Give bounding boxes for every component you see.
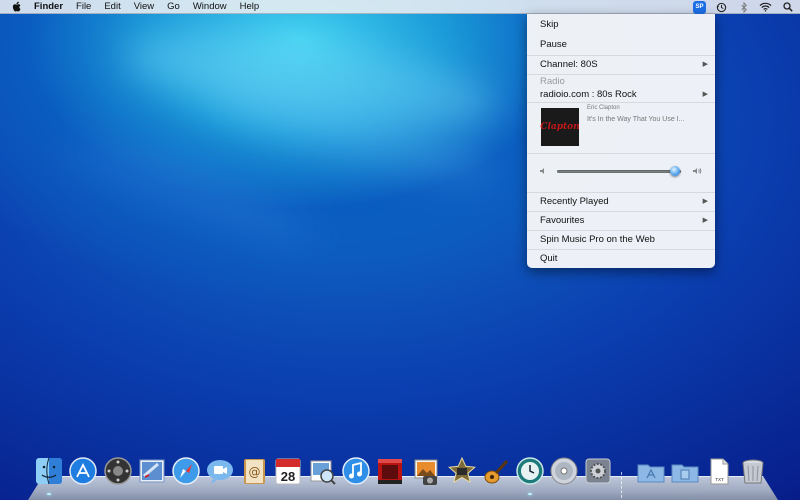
- bluetooth-icon[interactable]: [737, 1, 750, 14]
- menu-separator: [527, 153, 715, 154]
- running-indicator: [47, 493, 51, 495]
- iphoto-icon[interactable]: [411, 456, 441, 486]
- menu-edit[interactable]: Edit: [104, 0, 120, 14]
- menu-finder[interactable]: Finder: [34, 0, 63, 14]
- recently-played-label: Recently Played: [540, 196, 609, 207]
- spin-music-icon[interactable]: SP: [693, 0, 706, 14]
- submenu-arrow-icon: ▶: [702, 217, 708, 224]
- safari-icon[interactable]: [171, 456, 201, 486]
- time-machine-icon[interactable]: [715, 1, 728, 14]
- menu-separator: [527, 102, 715, 103]
- trash-icon[interactable]: [738, 456, 768, 486]
- applications-folder-icon[interactable]: [636, 456, 666, 486]
- system-preferences-icon[interactable]: [583, 456, 613, 486]
- album-art: Clapton: [540, 108, 580, 146]
- address-book-icon[interactable]: @: [239, 456, 269, 486]
- finder-icon[interactable]: [34, 456, 64, 486]
- ical-icon[interactable]: 28: [273, 456, 303, 486]
- preview-icon[interactable]: [307, 456, 337, 486]
- quit-menu-item[interactable]: Quit: [527, 249, 715, 268]
- spotlight-icon[interactable]: [781, 1, 794, 14]
- time-machine-dock-icon[interactable]: [515, 456, 545, 486]
- channel-label: Channel: 80S: [540, 59, 598, 70]
- dvd-player-icon[interactable]: [549, 456, 579, 486]
- menu-view[interactable]: View: [134, 0, 154, 14]
- wifi-icon[interactable]: [759, 1, 772, 14]
- menu-help[interactable]: Help: [240, 0, 260, 14]
- volume-slider-knob[interactable]: [669, 166, 680, 176]
- menu-window[interactable]: Window: [193, 0, 227, 14]
- favourites-label: Favourites: [540, 215, 585, 226]
- web-menu-item[interactable]: Spin Music Pro on the Web: [527, 230, 715, 249]
- garageband-icon[interactable]: [481, 456, 511, 486]
- itunes-icon[interactable]: [341, 456, 371, 486]
- document-label: TXT: [715, 477, 724, 482]
- photo-booth-icon[interactable]: [375, 456, 405, 486]
- running-indicator: [528, 493, 532, 495]
- menu-go[interactable]: Go: [167, 0, 180, 14]
- skip-menu-item[interactable]: Skip: [527, 15, 715, 34]
- station-label: radioio.com : 80s Rock: [540, 89, 637, 100]
- apple-menu-icon[interactable]: [10, 0, 24, 14]
- artist-name: Eric Clapton: [587, 105, 620, 111]
- menu-file[interactable]: File: [76, 0, 91, 14]
- dock-separator: [621, 472, 623, 498]
- recently-played-menu-item[interactable]: Recently Played ▶: [527, 192, 715, 211]
- track-title: It's In the Way That You Use I...: [587, 116, 685, 123]
- svg-text:@: @: [249, 465, 261, 479]
- documents-folder-icon[interactable]: [670, 456, 700, 486]
- spin-music-menu: Skip Pause Channel: 80S ▶ Radio radioio.…: [527, 14, 715, 268]
- facetime-icon[interactable]: [205, 456, 235, 486]
- app-store-icon[interactable]: [68, 456, 98, 486]
- volume-slider-track[interactable]: [557, 170, 681, 173]
- volume-low-icon: [539, 167, 547, 178]
- imovie-icon[interactable]: [447, 456, 477, 486]
- submenu-arrow-icon: ▶: [702, 198, 708, 205]
- album-art-text: Clapton: [540, 122, 580, 132]
- volume-high-icon: [692, 167, 702, 178]
- text-document-icon[interactable]: TXT: [704, 456, 734, 486]
- favourites-menu-item[interactable]: Favourites ▶: [527, 211, 715, 230]
- calendar-day-label: 28: [281, 469, 295, 484]
- pause-menu-item[interactable]: Pause: [527, 35, 715, 54]
- menu-bar: Finder File Edit View Go Window Help SP: [0, 0, 800, 14]
- launchpad-icon[interactable]: [103, 456, 133, 486]
- mail-icon[interactable]: [137, 456, 167, 486]
